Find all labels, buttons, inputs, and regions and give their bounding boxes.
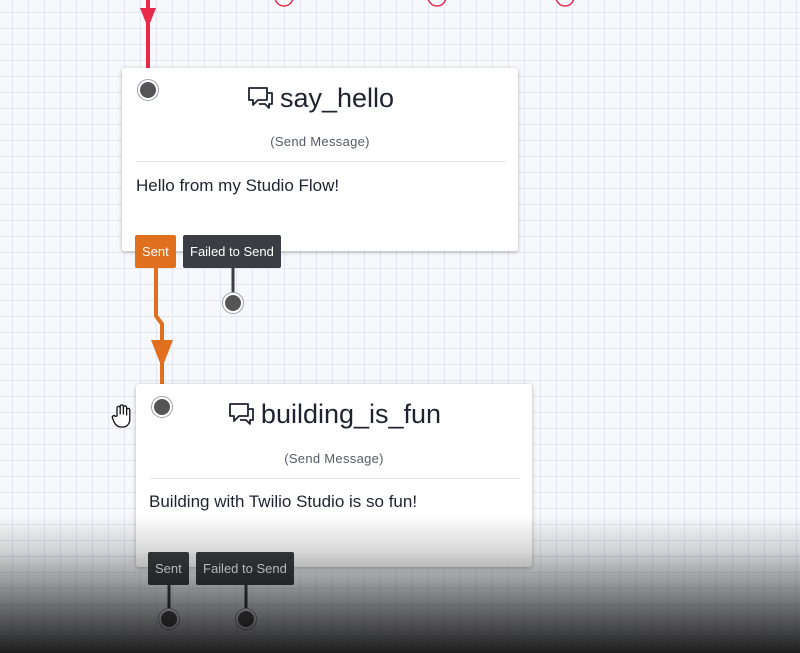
widget-building-is-fun[interactable]: building_is_fun (Send Message) Building …: [136, 384, 532, 567]
widget-type: (Send Message): [270, 134, 370, 149]
widget-name: building_is_fun: [260, 398, 442, 429]
offscreen-port: [274, 0, 294, 7]
widget-title: building_is_fun: [136, 396, 532, 432]
transition-failed-to-send[interactable]: Failed to Send: [196, 552, 294, 585]
widget-input-port[interactable]: [152, 397, 172, 417]
widget-type: (Send Message): [284, 451, 384, 466]
transition-failed-to-send[interactable]: Failed to Send: [183, 235, 281, 268]
message-body: Hello from my Studio Flow!: [136, 176, 340, 195]
transition-sent[interactable]: Sent: [148, 552, 189, 585]
widget-title: say_hello: [122, 80, 518, 116]
sent-output-port[interactable]: [159, 609, 179, 629]
widget-say-hello[interactable]: say_hello (Send Message) Hello from my S…: [122, 68, 518, 251]
offscreen-port: [427, 0, 447, 7]
widget-input-port[interactable]: [138, 80, 158, 100]
sent-arrowhead: [151, 340, 173, 368]
incoming-arrowhead: [140, 8, 156, 28]
message-body: Building with Twilio Studio is so fun!: [149, 492, 418, 511]
widget-name: say_hello: [279, 82, 395, 113]
divider: [150, 478, 520, 479]
sent-wire[interactable]: [154, 268, 164, 386]
message-bubble-icon: [248, 87, 273, 109]
failed-output-port[interactable]: [236, 609, 256, 629]
grab-hand-icon: [111, 404, 131, 428]
divider: [136, 161, 506, 162]
failed-output-port[interactable]: [223, 293, 243, 313]
transition-sent[interactable]: Sent: [135, 235, 176, 268]
offscreen-port: [555, 0, 575, 7]
message-bubble-icon: [229, 403, 254, 425]
